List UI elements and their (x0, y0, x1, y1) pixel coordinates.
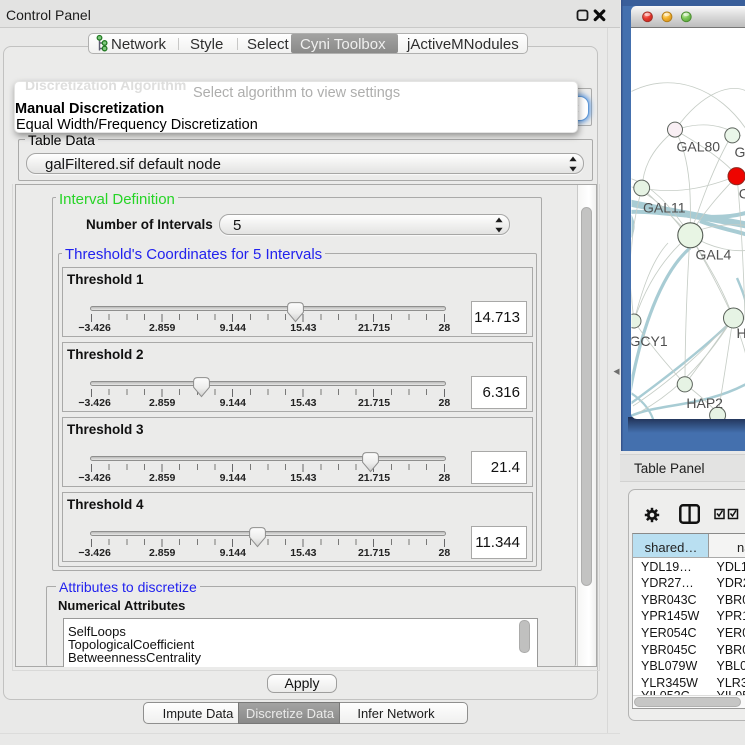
svg-text:HI: HI (737, 325, 745, 341)
svg-text:GAL11: GAL11 (643, 200, 686, 216)
svg-text:GA: GA (735, 144, 745, 160)
svg-text:CR: CR (739, 186, 745, 202)
svg-text:HAP2: HAP2 (686, 395, 723, 411)
svg-text:GAL80: GAL80 (677, 139, 721, 155)
svg-text:GAL4: GAL4 (696, 247, 732, 263)
svg-text:GCY1: GCY1 (630, 333, 668, 349)
